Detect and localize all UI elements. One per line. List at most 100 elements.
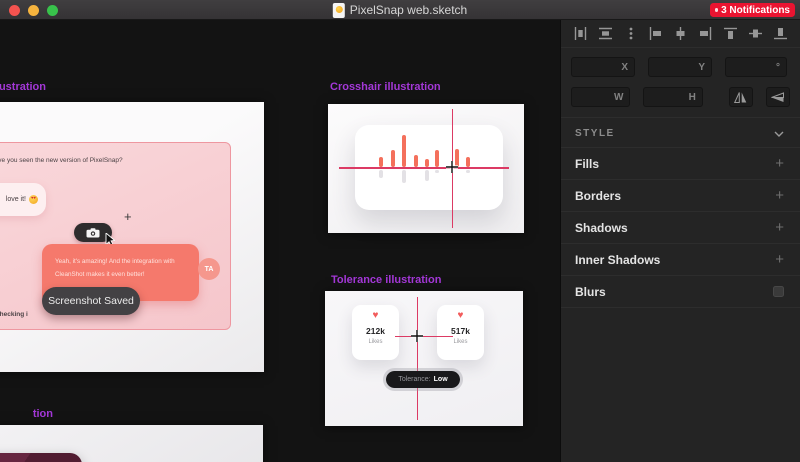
chat-message-3-line2: CleanShot makes it even better! (55, 268, 199, 281)
pixel-cursor-icon (446, 161, 458, 173)
add-inner-shadow-button[interactable]: + (775, 252, 784, 267)
likes-caption: Likes (368, 339, 382, 345)
style-section-header[interactable]: STYLE (561, 120, 800, 148)
document-icon (333, 3, 345, 18)
heart-icon: ♥ (373, 311, 379, 321)
align-bottom-icon[interactable] (771, 25, 789, 43)
pixel-cursor-icon (411, 330, 423, 342)
blurs-row: Blurs (561, 276, 800, 308)
likes-count: 517k (451, 326, 470, 336)
chat-message-1: Have you seen the new version of PixelSn… (0, 157, 123, 164)
add-border-button[interactable]: + (775, 188, 784, 203)
camera-icon (86, 228, 100, 238)
heart-icon: ♥ (458, 311, 464, 321)
window-title: PixelSnap web.sketch (350, 3, 467, 17)
likes-count: 212k (366, 326, 385, 336)
align-middle-vertical-icon[interactable] (746, 25, 764, 43)
screenshot-saved-toast: Screenshot Saved (42, 287, 140, 315)
notification-dot-icon (715, 8, 719, 12)
chart-bar (402, 135, 406, 167)
artboard-crosshair-illustration[interactable] (328, 104, 524, 233)
style-header-label: STYLE (575, 128, 615, 139)
title-bar: PixelSnap web.sketch 3 Notifications (0, 0, 800, 20)
tolerance-pill-value: Low (434, 376, 448, 383)
chevron-down-icon[interactable] (774, 131, 784, 137)
window-title-group: PixelSnap web.sketch (333, 0, 467, 20)
artboard-chat-illustration[interactable]: Have you seen the new version of PixelSn… (0, 102, 264, 372)
align-right-icon[interactable] (696, 25, 714, 43)
blurs-checkbox[interactable] (773, 286, 784, 297)
maroon-card (0, 453, 82, 462)
shadows-row: Shadows + (561, 212, 800, 244)
inner-shadows-row: Inner Shadows + (561, 244, 800, 276)
height-field-label: H (689, 92, 696, 103)
chat-message-4: Cool, checking i (0, 311, 28, 318)
inspector-panel: X Y ° W H (560, 20, 800, 462)
canvas[interactable]: ustration Have you seen the new version … (0, 20, 560, 462)
add-fill-button[interactable]: + (775, 156, 784, 171)
more-options-icon[interactable] (622, 25, 640, 43)
flip-vertical-button[interactable] (766, 87, 790, 107)
distribute-vertical-icon[interactable] (597, 25, 615, 43)
flip-horizontal-icon (734, 92, 747, 103)
tolerance-pill: Tolerance: Low (383, 368, 463, 391)
width-field[interactable]: W (571, 87, 630, 107)
y-field-label: Y (698, 62, 705, 73)
chat-message-2: love it! (6, 196, 26, 203)
likes-caption: Likes (453, 339, 467, 345)
chat-message-3-line1: Yeah, it's amazing! And the integration … (55, 255, 199, 268)
align-left-icon[interactable] (647, 25, 665, 43)
crosshair-horizontal-line (395, 336, 453, 338)
rotation-field[interactable]: ° (725, 57, 787, 77)
flip-horizontal-button[interactable] (729, 87, 753, 107)
flip-vertical-icon (771, 92, 784, 103)
chart-bar (425, 159, 429, 167)
zoom-window-button[interactable] (47, 5, 58, 16)
borders-row: Borders + (561, 180, 800, 212)
artboard-label-crosshair[interactable]: Crosshair illustration (330, 81, 441, 93)
align-top-icon[interactable] (721, 25, 739, 43)
notifications-badge[interactable]: 3 Notifications (710, 3, 795, 17)
y-position-field[interactable]: Y (648, 57, 712, 77)
add-shadow-button[interactable]: + (775, 220, 784, 235)
artboard-tolerance-illustration[interactable]: ♥ 212k Likes ♥ 517k Likes Tolerance: Low (325, 291, 523, 426)
inner-shadows-label: Inner Shadows (575, 253, 660, 267)
chart-bar-reflection (466, 170, 470, 173)
chart-bar (435, 150, 439, 167)
notifications-badge-label: 3 Notifications (721, 5, 790, 16)
height-field[interactable]: H (643, 87, 702, 107)
artboard-label-chat[interactable]: ustration (0, 81, 46, 93)
artboard-label-bottom[interactable]: tion (0, 408, 53, 420)
artboard-bottom-illustration[interactable] (0, 425, 263, 462)
shadows-label: Shadows (575, 221, 628, 235)
close-window-button[interactable] (9, 5, 20, 16)
tolerance-pill-key: Tolerance: (398, 376, 430, 383)
x-position-field[interactable]: X (571, 57, 635, 77)
chart-bar (391, 150, 395, 167)
traffic-lights (9, 5, 58, 16)
likes-card-1: ♥ 212k Likes (352, 305, 399, 360)
likes-card-2: ♥ 517k Likes (437, 305, 484, 360)
rotation-field-label: ° (776, 62, 780, 73)
blurs-label: Blurs (575, 285, 606, 299)
heart-eyes-emoji-icon (29, 195, 38, 204)
chart-bar-reflection (425, 170, 429, 181)
crosshair-cursor-icon: + (124, 209, 132, 224)
borders-label: Borders (575, 189, 621, 203)
align-center-horizontal-icon[interactable] (671, 25, 689, 43)
x-field-label: X (621, 62, 628, 73)
chart-bar (414, 155, 418, 167)
chart-bar-reflection (435, 170, 439, 173)
chart-bar-reflection (402, 170, 406, 183)
crosshair-horizontal-line (339, 167, 509, 169)
avatar: TA (198, 258, 220, 280)
artboard-label-tolerance[interactable]: Tolerance illustration (331, 274, 441, 286)
distribute-horizontal-icon[interactable] (572, 25, 590, 43)
width-field-label: W (614, 92, 623, 103)
chart-bar (466, 157, 470, 167)
chat-message-2-bubble: love it! (0, 183, 46, 216)
transform-fields: X Y ° W H (561, 48, 800, 107)
minimize-window-button[interactable] (28, 5, 39, 16)
chart-bar (379, 157, 383, 167)
crosshair-vertical-line (417, 297, 419, 420)
